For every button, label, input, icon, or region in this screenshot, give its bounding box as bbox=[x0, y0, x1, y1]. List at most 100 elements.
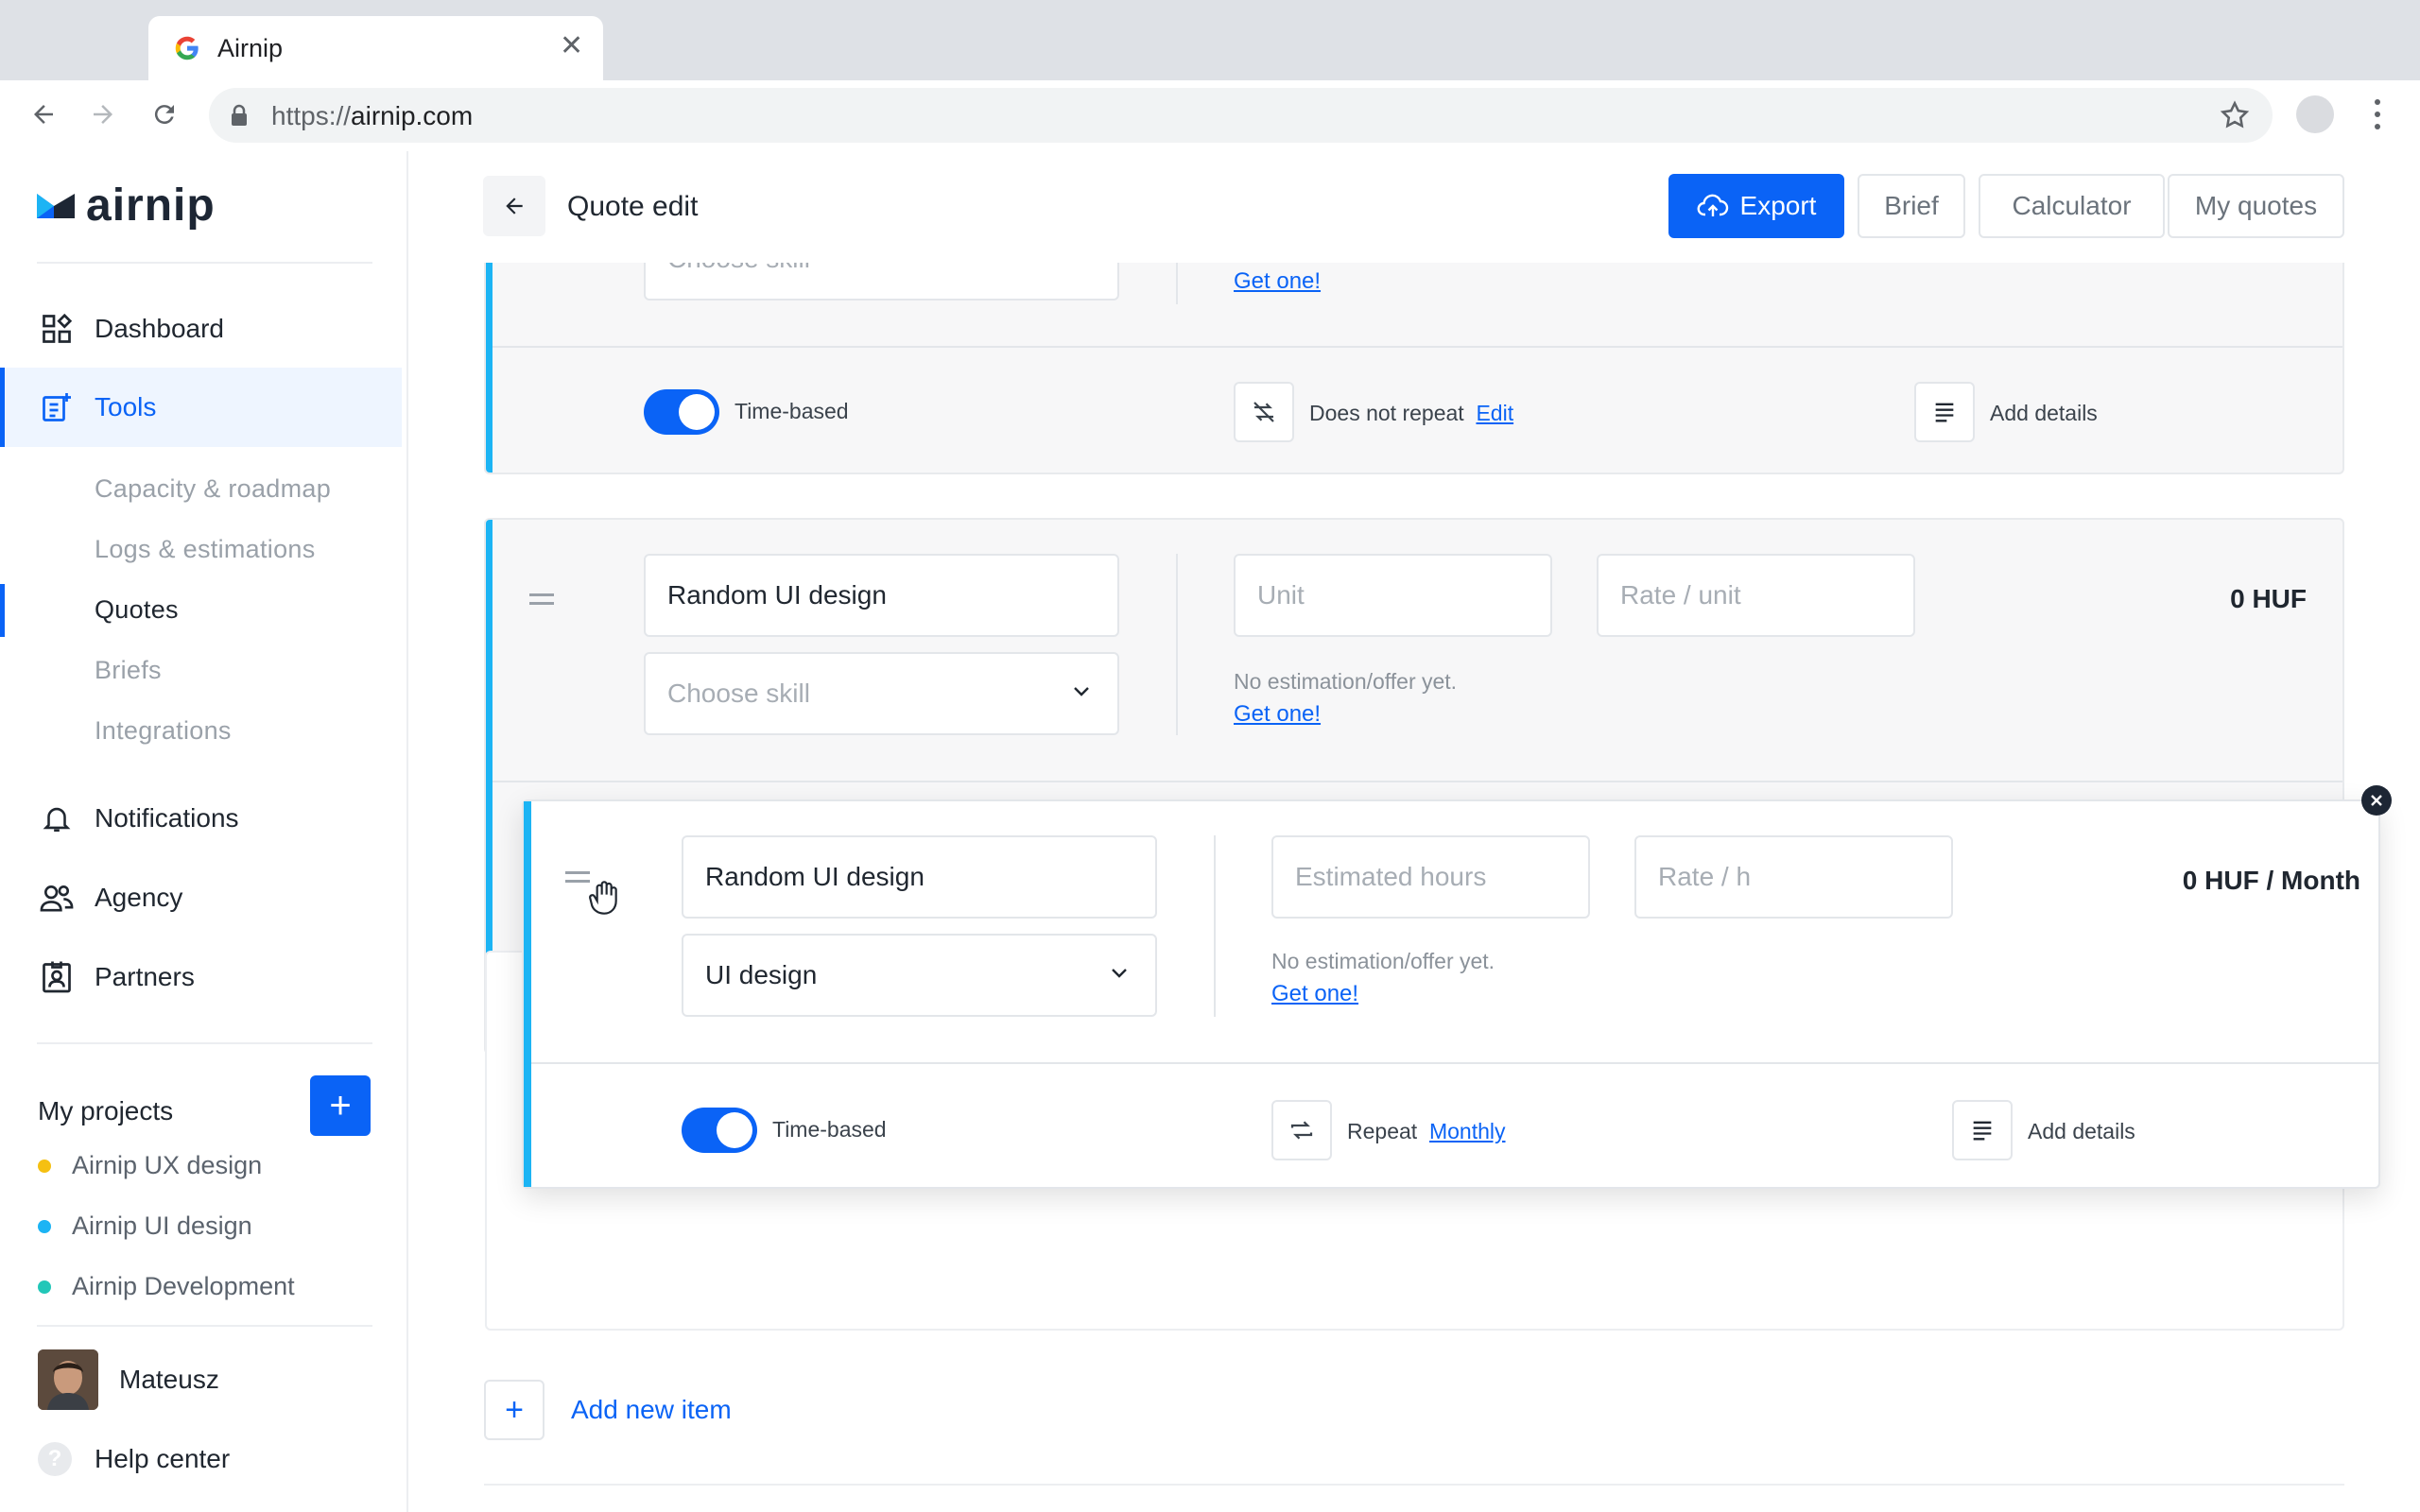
drag-handle-icon[interactable] bbox=[529, 593, 554, 605]
sidebar: airnip Dashboard Tools Capacity & roadma… bbox=[0, 151, 408, 1512]
repeat-edit-link[interactable]: Edit bbox=[1476, 401, 1513, 425]
active-subitem-indicator bbox=[0, 584, 5, 637]
sidebar-item-label: Dashboard bbox=[95, 314, 224, 343]
sidebar-item-partners[interactable]: Partners bbox=[0, 937, 402, 1017]
add-details-button[interactable] bbox=[1952, 1100, 2013, 1160]
add-new-item-button[interactable]: + Add new item bbox=[484, 1380, 732, 1440]
row-divider bbox=[493, 346, 2342, 348]
add-project-button[interactable]: + bbox=[310, 1075, 371, 1136]
column-divider bbox=[1176, 554, 1178, 735]
rate-per-unit-input[interactable]: Rate / unit bbox=[1597, 554, 1915, 637]
sidebar-divider bbox=[37, 262, 372, 264]
repeat-button[interactable] bbox=[1234, 382, 1294, 442]
sidebar-item-label: Notifications bbox=[95, 803, 239, 833]
text-lines-icon bbox=[1935, 403, 1954, 422]
people-icon bbox=[38, 879, 76, 917]
browser-menu-icon[interactable] bbox=[2368, 95, 2387, 133]
project-item[interactable]: Airnip UX design bbox=[38, 1151, 262, 1180]
forward-arrow-icon[interactable] bbox=[82, 94, 124, 135]
sidebar-item-tools[interactable]: Tools bbox=[0, 368, 402, 447]
project-name: Airnip Development bbox=[72, 1272, 295, 1300]
skill-select[interactable]: Choose skill bbox=[644, 263, 1119, 301]
sidebar-subitem-briefs[interactable]: Briefs bbox=[95, 656, 162, 685]
row-divider bbox=[493, 781, 2342, 782]
unit-input[interactable]: Unit bbox=[1234, 554, 1552, 637]
sidebar-subitem-capacity[interactable]: Capacity & roadmap bbox=[95, 474, 331, 504]
repeat-status: Repeat Monthly bbox=[1347, 1119, 1506, 1144]
cloud-upload-icon bbox=[1697, 194, 1728, 216]
tab-close-icon[interactable]: ✕ bbox=[560, 30, 583, 62]
browser-profile-avatar[interactable] bbox=[2296, 95, 2334, 133]
project-color-dot bbox=[38, 1219, 51, 1233]
badge-icon bbox=[38, 958, 76, 996]
item-name-input[interactable]: Random UI design bbox=[644, 554, 1119, 637]
skill-select[interactable]: Choose skill bbox=[644, 652, 1119, 735]
sidebar-item-dashboard[interactable]: Dashboard bbox=[0, 289, 402, 369]
project-item[interactable]: Airnip Development bbox=[38, 1272, 295, 1301]
add-details-label: Add details bbox=[2028, 1119, 2135, 1143]
no-estimation-text: No estimation/offer yet. bbox=[1234, 669, 1458, 694]
export-button[interactable]: Export bbox=[1668, 174, 1844, 238]
get-estimate-link[interactable]: Get one! bbox=[1234, 268, 1321, 295]
sidebar-item-label: Agency bbox=[95, 883, 183, 912]
page-title: Quote edit bbox=[567, 191, 699, 222]
text-lines-icon bbox=[1973, 1121, 1992, 1141]
reload-icon[interactable] bbox=[144, 94, 185, 135]
item-name-input[interactable]: Random UI design bbox=[682, 835, 1157, 919]
card-accent-bar bbox=[486, 263, 493, 472]
add-details-button[interactable] bbox=[1914, 382, 1975, 442]
back-button[interactable] bbox=[483, 176, 545, 236]
repeat-frequency-link[interactable]: Monthly bbox=[1429, 1119, 1506, 1143]
chevron-down-icon bbox=[1070, 263, 1093, 268]
sidebar-item-agency[interactable]: Agency bbox=[0, 858, 402, 937]
repeat-text: Does not repeat bbox=[1309, 401, 1464, 425]
sidebar-divider bbox=[37, 1325, 372, 1327]
user-profile[interactable]: Mateusz bbox=[38, 1349, 219, 1410]
chevron-down-icon bbox=[1112, 969, 1127, 978]
help-center-label: Help center bbox=[95, 1444, 231, 1473]
sidebar-divider bbox=[37, 1042, 372, 1044]
repeat-status: Does not repeat Edit bbox=[1309, 401, 1513, 426]
avatar bbox=[38, 1349, 98, 1410]
grab-hand-cursor-icon bbox=[589, 881, 617, 915]
project-item[interactable]: Airnip UI design bbox=[38, 1211, 252, 1241]
help-center-link[interactable]: ? Help center bbox=[38, 1442, 230, 1476]
get-estimate-link[interactable]: Get one! bbox=[1234, 701, 1321, 728]
repeat-button[interactable] bbox=[1271, 1100, 1332, 1160]
lock-icon bbox=[232, 104, 247, 126]
address-bar[interactable]: https://airnip.com bbox=[209, 88, 2273, 143]
time-based-toggle[interactable] bbox=[644, 389, 719, 435]
get-estimate-link[interactable]: Get one! bbox=[1271, 981, 1358, 1007]
time-based-label: Time-based bbox=[735, 399, 849, 423]
user-name: Mateusz bbox=[119, 1365, 219, 1394]
sidebar-subitem-quotes[interactable]: Quotes bbox=[95, 595, 179, 625]
bookmark-star-icon[interactable] bbox=[2219, 99, 2251, 131]
airnip-logo[interactable]: airnip bbox=[37, 180, 216, 232]
skill-select[interactable]: UI design bbox=[682, 934, 1157, 1017]
calculator-button[interactable]: Calculator bbox=[1979, 174, 2165, 238]
back-arrow-icon[interactable] bbox=[23, 94, 64, 135]
remove-item-close-icon[interactable] bbox=[2361, 785, 2392, 816]
tools-icon bbox=[38, 388, 76, 426]
repeat-icon bbox=[1290, 1121, 1313, 1140]
export-label: Export bbox=[1739, 191, 1817, 220]
dashboard-icon bbox=[38, 310, 76, 348]
sidebar-subitem-integrations[interactable]: Integrations bbox=[95, 716, 232, 746]
add-details-label: Add details bbox=[1990, 401, 2098, 425]
chevron-down-icon bbox=[1074, 687, 1089, 696]
sidebar-subitem-logs[interactable]: Logs & estimations bbox=[95, 535, 316, 564]
time-based-toggle[interactable] bbox=[682, 1108, 757, 1153]
tab-title: Airnip bbox=[217, 34, 284, 62]
browser-tab[interactable]: Airnip ✕ bbox=[148, 16, 603, 80]
estimated-hours-input[interactable]: Estimated hours bbox=[1271, 835, 1590, 919]
my-quotes-button[interactable]: My quotes bbox=[2168, 174, 2344, 238]
rate-per-hour-input[interactable]: Rate / h bbox=[1634, 835, 1953, 919]
dragging-quote-item[interactable]: Random UI design UI design Estimated hou… bbox=[522, 799, 2380, 1189]
brief-button[interactable]: Brief bbox=[1858, 174, 1965, 238]
sidebar-item-notifications[interactable]: Notifications bbox=[0, 779, 402, 858]
arrow-left-icon bbox=[506, 198, 523, 215]
plus-icon: + bbox=[484, 1380, 544, 1440]
no-estimation-text: No estimation/offer yet. bbox=[1271, 949, 1495, 973]
time-based-label: Time-based bbox=[772, 1117, 887, 1142]
airnip-logo-mark-icon bbox=[37, 193, 75, 218]
